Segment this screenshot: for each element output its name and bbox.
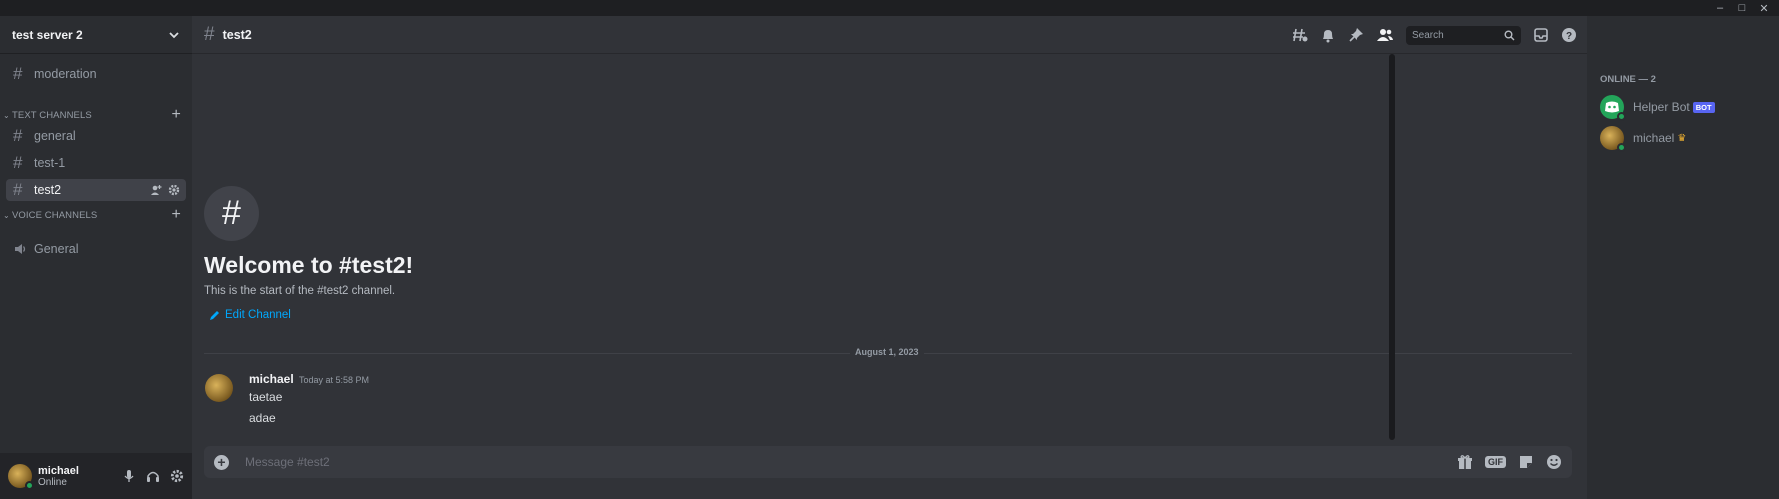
- bell-icon[interactable]: [1320, 27, 1336, 43]
- chat-area: # test2 Search ? # Welcome to #test2! Th: [192, 16, 1587, 499]
- message-timestamp: Today at 5:58 PM: [299, 375, 370, 385]
- channel-sidebar: test server 2 # moderation ⌄ TEXT CHANNE…: [0, 16, 192, 499]
- member-name: Helper Bot: [1633, 100, 1690, 114]
- add-channel-icon[interactable]: +: [172, 106, 189, 124]
- user-panel: michael Online: [0, 453, 192, 499]
- members-icon[interactable]: [1376, 27, 1394, 43]
- category-label: VOICE CHANNELS: [12, 209, 98, 221]
- search-input[interactable]: Search: [1406, 25, 1521, 45]
- channel-general[interactable]: # general: [6, 125, 186, 147]
- gif-button[interactable]: GIF: [1485, 456, 1506, 468]
- speaker-icon: [13, 242, 31, 256]
- gear-icon[interactable]: [168, 184, 180, 196]
- user-name: michael: [38, 464, 79, 477]
- add-attachment-icon[interactable]: +: [214, 454, 229, 470]
- member-item[interactable]: michael ♛: [1600, 125, 1687, 152]
- sticker-icon[interactable]: [1518, 454, 1534, 470]
- inbox-icon[interactable]: [1533, 27, 1549, 43]
- scrollbar-thumb[interactable]: [1389, 54, 1395, 440]
- edit-channel-link[interactable]: Edit Channel: [209, 309, 291, 321]
- message-composer[interactable]: + Message #test2 GIF: [204, 446, 1572, 478]
- maximize-button[interactable]: □: [1731, 0, 1753, 16]
- scrollbar[interactable]: [1387, 54, 1397, 499]
- channel-label: test-1: [34, 156, 66, 170]
- avatar[interactable]: [205, 374, 233, 402]
- search-placeholder: Search: [1412, 29, 1444, 41]
- svg-text:?: ?: [1566, 31, 1572, 42]
- hash-icon: #: [204, 23, 215, 45]
- pin-icon[interactable]: [1348, 27, 1364, 43]
- online-status-dot: [1617, 143, 1626, 152]
- window-titlebar: – □ ✕: [0, 0, 1779, 16]
- welcome-title: Welcome to #test2!: [204, 252, 414, 278]
- message-text: taetae: [249, 390, 283, 404]
- gear-icon[interactable]: [170, 469, 184, 483]
- welcome-subtitle: This is the start of the #test2 channel.: [204, 285, 396, 297]
- hash-icon: #: [13, 64, 23, 83]
- pencil-icon: [209, 310, 220, 321]
- channel-test2[interactable]: # test2: [6, 179, 186, 201]
- bot-avatar: [1600, 95, 1626, 121]
- message-text: adae: [249, 411, 276, 425]
- threads-icon[interactable]: [1292, 27, 1308, 43]
- add-channel-icon[interactable]: +: [172, 206, 189, 224]
- user-status: Online: [38, 476, 67, 488]
- channel-label: test2: [34, 183, 62, 197]
- minimize-button[interactable]: –: [1709, 0, 1731, 16]
- create-invite-icon[interactable]: [150, 184, 162, 196]
- bot-badge: BOT: [1692, 101, 1715, 113]
- window-controls: – □ ✕: [1709, 0, 1775, 16]
- date-divider-label: August 1, 2023: [850, 347, 924, 357]
- channel-label: moderation: [34, 67, 97, 81]
- channel-test-1[interactable]: # test-1: [6, 152, 186, 174]
- channel-moderation[interactable]: # moderation: [6, 63, 186, 85]
- server-name: test server 2: [12, 27, 83, 42]
- member-list: ONLINE — 2 Helper Bot BOT michael ♛: [1587, 16, 1779, 499]
- voice-channel-general[interactable]: General: [6, 238, 186, 260]
- chevron-down-icon: [168, 29, 180, 41]
- channel-label: General: [34, 242, 79, 256]
- server-header[interactable]: test server 2: [0, 16, 192, 54]
- user-info[interactable]: michael Online: [38, 465, 79, 488]
- channel-hash-icon: #: [204, 186, 259, 241]
- member-item[interactable]: Helper Bot BOT: [1600, 94, 1715, 121]
- category-voice-channels[interactable]: ⌄ VOICE CHANNELS +: [3, 206, 189, 224]
- members-online-header: ONLINE — 2: [1600, 74, 1656, 85]
- category-text-channels[interactable]: ⌄ TEXT CHANNELS +: [3, 106, 189, 124]
- headphones-icon[interactable]: [146, 469, 160, 483]
- crown-icon: ♛: [1677, 132, 1687, 144]
- category-label: TEXT CHANNELS: [12, 109, 92, 121]
- gift-icon[interactable]: [1457, 454, 1473, 470]
- hash-icon: #: [13, 153, 23, 172]
- emoji-icon[interactable]: [1546, 454, 1562, 470]
- avatar: [1600, 126, 1626, 152]
- hash-icon: #: [13, 126, 23, 145]
- microphone-icon[interactable]: [122, 469, 136, 483]
- edit-channel-label: Edit Channel: [225, 309, 291, 321]
- channel-label: general: [34, 129, 76, 143]
- avatar[interactable]: [8, 464, 34, 490]
- member-name: michael: [1633, 131, 1675, 145]
- chevron-down-icon: ⌄: [3, 110, 10, 120]
- chevron-down-icon: ⌄: [3, 210, 10, 220]
- channel-title: test2: [222, 27, 252, 42]
- online-status-dot: [1617, 112, 1626, 121]
- close-button[interactable]: ✕: [1753, 0, 1775, 16]
- online-status-dot: [25, 481, 34, 490]
- message-author[interactable]: michael: [249, 372, 294, 386]
- help-icon[interactable]: ?: [1561, 27, 1577, 43]
- hash-icon: #: [13, 180, 23, 199]
- message-input[interactable]: Message #test2: [245, 455, 330, 469]
- search-icon: [1504, 30, 1515, 41]
